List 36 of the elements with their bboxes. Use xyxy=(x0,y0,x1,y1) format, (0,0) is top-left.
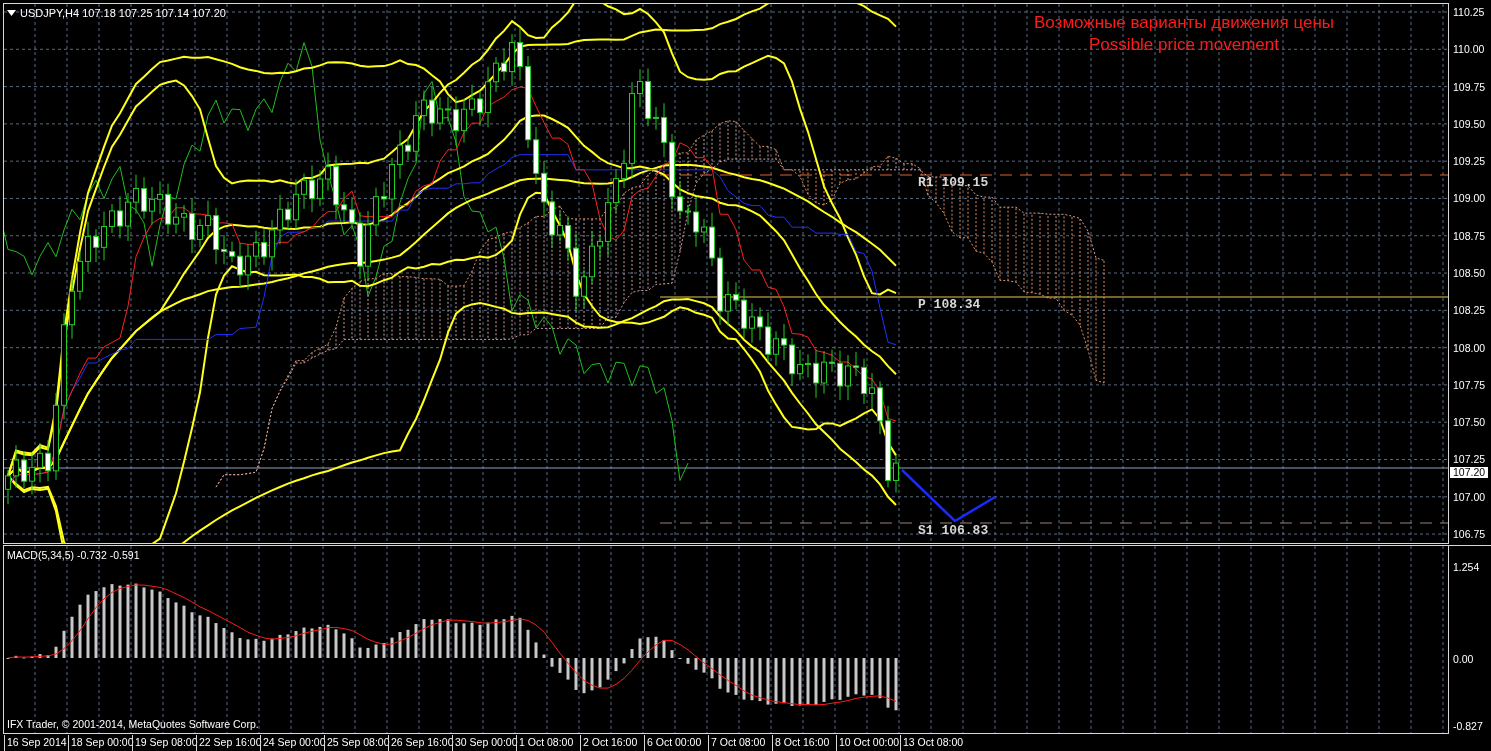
time-label: 1 Oct 08:00 xyxy=(516,735,580,751)
macd-tick: 0.00 xyxy=(1453,652,1474,666)
price-tick: 109.75 xyxy=(1453,79,1486,94)
chart-header: USDJPY,H4 107.18 107.25 107.14 107.20 xyxy=(20,7,226,19)
price-tick: 107.50 xyxy=(1453,415,1486,430)
current-price-tag: 107.20 xyxy=(1450,467,1489,478)
indicator-label: MACD(5,34,5) -0.732 -0.591 xyxy=(7,549,140,561)
forecast-title: Possible price movement xyxy=(1089,34,1279,56)
time-label: 13 Oct 08:00 xyxy=(900,735,964,751)
time-label: 7 Oct 08:00 xyxy=(708,735,772,751)
time-label: 16 Sep 2014 xyxy=(4,735,68,751)
price-tick: 107.00 xyxy=(1453,489,1486,504)
copyright-text: IFX Trader, © 2001-2014, MetaQuotes Software Corp. xyxy=(7,718,259,730)
price-tick: 109.00 xyxy=(1453,191,1486,206)
forecast-title: Возможные варианты движения цены xyxy=(1034,12,1334,34)
price-tick: 107.75 xyxy=(1453,377,1486,392)
price-tick: 106.75 xyxy=(1453,527,1486,542)
macd-tick: -0.827 xyxy=(1453,719,1483,733)
price-tick: 108.50 xyxy=(1453,266,1486,280)
price-tick: 110.25 xyxy=(1453,5,1485,19)
price-tick: 109.50 xyxy=(1453,116,1486,131)
time-label: 8 Oct 16:00 xyxy=(772,735,836,751)
price-tick: 109.25 xyxy=(1453,154,1486,169)
price-tick: 110.00 xyxy=(1453,42,1485,57)
price-tick: 108.00 xyxy=(1453,340,1486,355)
dropdown-icon[interactable] xyxy=(7,10,16,16)
price-tick: 108.75 xyxy=(1453,228,1486,243)
level-label: R1 109.15 xyxy=(918,176,989,190)
time-label: 10 Oct 00:00 xyxy=(836,735,900,751)
level-label: S1 106.83 xyxy=(918,524,989,538)
time-label: 6 Oct 00:00 xyxy=(644,735,708,751)
macd-tick: 1.254 xyxy=(1453,560,1480,574)
time-label: 2 Oct 16:00 xyxy=(580,735,644,751)
price-tick: 107.25 xyxy=(1453,452,1486,467)
price-tick: 108.25 xyxy=(1453,303,1486,318)
level-label: P 108.34 xyxy=(918,298,981,312)
